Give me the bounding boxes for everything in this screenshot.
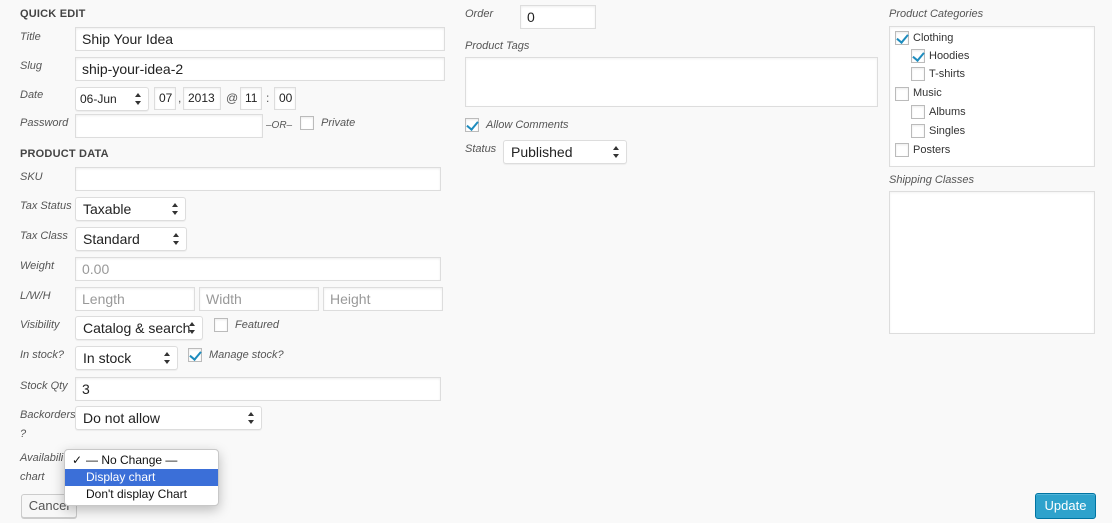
category-checkbox-hoodies[interactable]: [911, 49, 925, 63]
availability-label-suffix: chart: [20, 471, 45, 483]
visibility-select[interactable]: Catalog & search: [75, 316, 203, 340]
category-label-posters: Posters: [913, 144, 951, 156]
featured-checkbox[interactable]: [214, 318, 228, 332]
tax-class-select[interactable]: Standard: [75, 227, 187, 251]
order-input[interactable]: 0: [520, 5, 596, 29]
date-month-value: 06-Jun: [80, 92, 117, 106]
lwh-label: L/W/H: [20, 290, 51, 302]
shipping-classes-box[interactable]: [889, 191, 1095, 334]
category-checkbox-clothing[interactable]: [895, 31, 909, 45]
category-checkbox-posters[interactable]: [895, 143, 909, 157]
backorders-select[interactable]: Do not allow: [75, 406, 262, 430]
product-tags-label: Product Tags: [465, 40, 530, 52]
backorders-value: Do not allow: [83, 410, 161, 426]
sku-label: SKU: [20, 171, 43, 183]
tax-class-value: Standard: [83, 231, 140, 247]
select-arrows-icon: [613, 145, 620, 159]
shipping-classes-label: Shipping Classes: [889, 174, 974, 186]
option-label: Don't display Chart: [86, 487, 188, 501]
width-input[interactable]: Width: [199, 287, 319, 311]
private-checkbox[interactable]: [300, 116, 314, 130]
dropdown-option-dont-display-chart[interactable]: Don't display Chart: [65, 486, 218, 503]
length-input[interactable]: Length: [75, 287, 195, 311]
category-checkbox-albums[interactable]: [911, 105, 925, 119]
checkmark-icon: ✓: [72, 453, 83, 467]
select-arrows-icon: [248, 411, 255, 425]
in-stock-label: In stock?: [20, 349, 65, 361]
tax-status-value: Taxable: [83, 201, 132, 217]
date-colon: :: [266, 91, 270, 105]
select-arrows-icon: [172, 202, 179, 216]
category-label-singles: Singles: [929, 125, 966, 137]
quick-edit-header: QUICK EDIT: [20, 8, 86, 20]
allow-comments-checkbox[interactable]: [465, 118, 479, 132]
date-hour-input[interactable]: 11: [240, 87, 262, 110]
sku-input[interactable]: [75, 167, 441, 191]
tax-status-label: Tax Status: [20, 200, 72, 212]
tax-status-select[interactable]: Taxable: [75, 197, 186, 221]
select-arrows-icon: [135, 92, 142, 106]
title-input[interactable]: Ship Your Idea: [75, 27, 445, 51]
select-arrows-icon: [189, 321, 196, 335]
category-label-albums: Albums: [929, 106, 966, 118]
date-minute-input[interactable]: 00: [274, 87, 296, 110]
password-input[interactable]: [75, 114, 263, 138]
status-label: Status: [465, 143, 497, 155]
slug-input[interactable]: ship-your-idea-2: [75, 57, 445, 81]
height-input[interactable]: Height: [323, 287, 443, 311]
backorders-label: Backorders: [20, 409, 76, 421]
product-tags-textarea[interactable]: [465, 57, 878, 107]
select-arrows-icon: [164, 351, 171, 365]
category-checkbox-music[interactable]: [895, 87, 909, 101]
visibility-value: Catalog & search: [83, 320, 191, 336]
tax-class-label: Tax Class: [20, 230, 68, 242]
date-at: @: [226, 91, 239, 105]
select-arrows-icon: [173, 232, 180, 246]
backorders-label-suffix: ?: [20, 428, 27, 440]
option-label: — No Change —: [86, 453, 178, 467]
weight-input[interactable]: 0.00: [75, 257, 441, 281]
product-data-header: PRODUCT DATA: [20, 148, 109, 160]
password-label: Password: [20, 117, 69, 129]
order-label: Order: [465, 8, 494, 20]
in-stock-select[interactable]: In stock: [75, 346, 178, 370]
date-label: Date: [20, 89, 44, 101]
allow-comments-label: Allow Comments: [486, 119, 569, 131]
status-select[interactable]: Published: [503, 140, 627, 164]
product-categories-label: Product Categories: [889, 8, 984, 20]
option-label: Display chart: [86, 470, 156, 484]
dropdown-option-display-chart[interactable]: Display chart: [65, 469, 218, 486]
category-label-tshirts: T-shirts: [929, 68, 966, 80]
weight-label: Weight: [20, 260, 55, 272]
featured-label: Featured: [235, 319, 280, 331]
visibility-label: Visibility: [20, 319, 60, 331]
update-button[interactable]: Update: [1035, 493, 1096, 519]
title-label: Title: [20, 31, 41, 43]
date-month-select[interactable]: 06-Jun: [75, 87, 149, 111]
category-label-music: Music: [913, 87, 942, 99]
product-categories-box[interactable]: Clothing Hoodies T-shirts Music Albums S…: [889, 26, 1095, 167]
date-comma: ,: [178, 91, 182, 105]
dropdown-option-no-change[interactable]: ✓ — No Change —: [65, 452, 218, 469]
status-value: Published: [511, 144, 573, 160]
category-checkbox-singles[interactable]: [911, 124, 925, 138]
date-day-input[interactable]: 07: [154, 87, 176, 110]
manage-stock-label: Manage stock?: [209, 349, 284, 361]
availability-label: Availabili: [20, 452, 64, 464]
slug-label: Slug: [20, 60, 43, 72]
stock-qty-label: Stock Qty: [20, 380, 68, 392]
stock-qty-input[interactable]: 3: [75, 377, 441, 401]
private-label: Private: [321, 117, 356, 129]
category-label-clothing: Clothing: [913, 32, 954, 44]
or-text: –OR–: [266, 120, 293, 131]
category-checkbox-tshirts[interactable]: [911, 67, 925, 81]
category-label-hoodies: Hoodies: [929, 50, 970, 62]
manage-stock-checkbox[interactable]: [188, 348, 202, 362]
in-stock-value: In stock: [83, 350, 132, 366]
availability-chart-dropdown[interactable]: ✓ — No Change — Display chart Don't displ…: [64, 449, 219, 506]
date-year-input[interactable]: 2013: [183, 87, 221, 110]
